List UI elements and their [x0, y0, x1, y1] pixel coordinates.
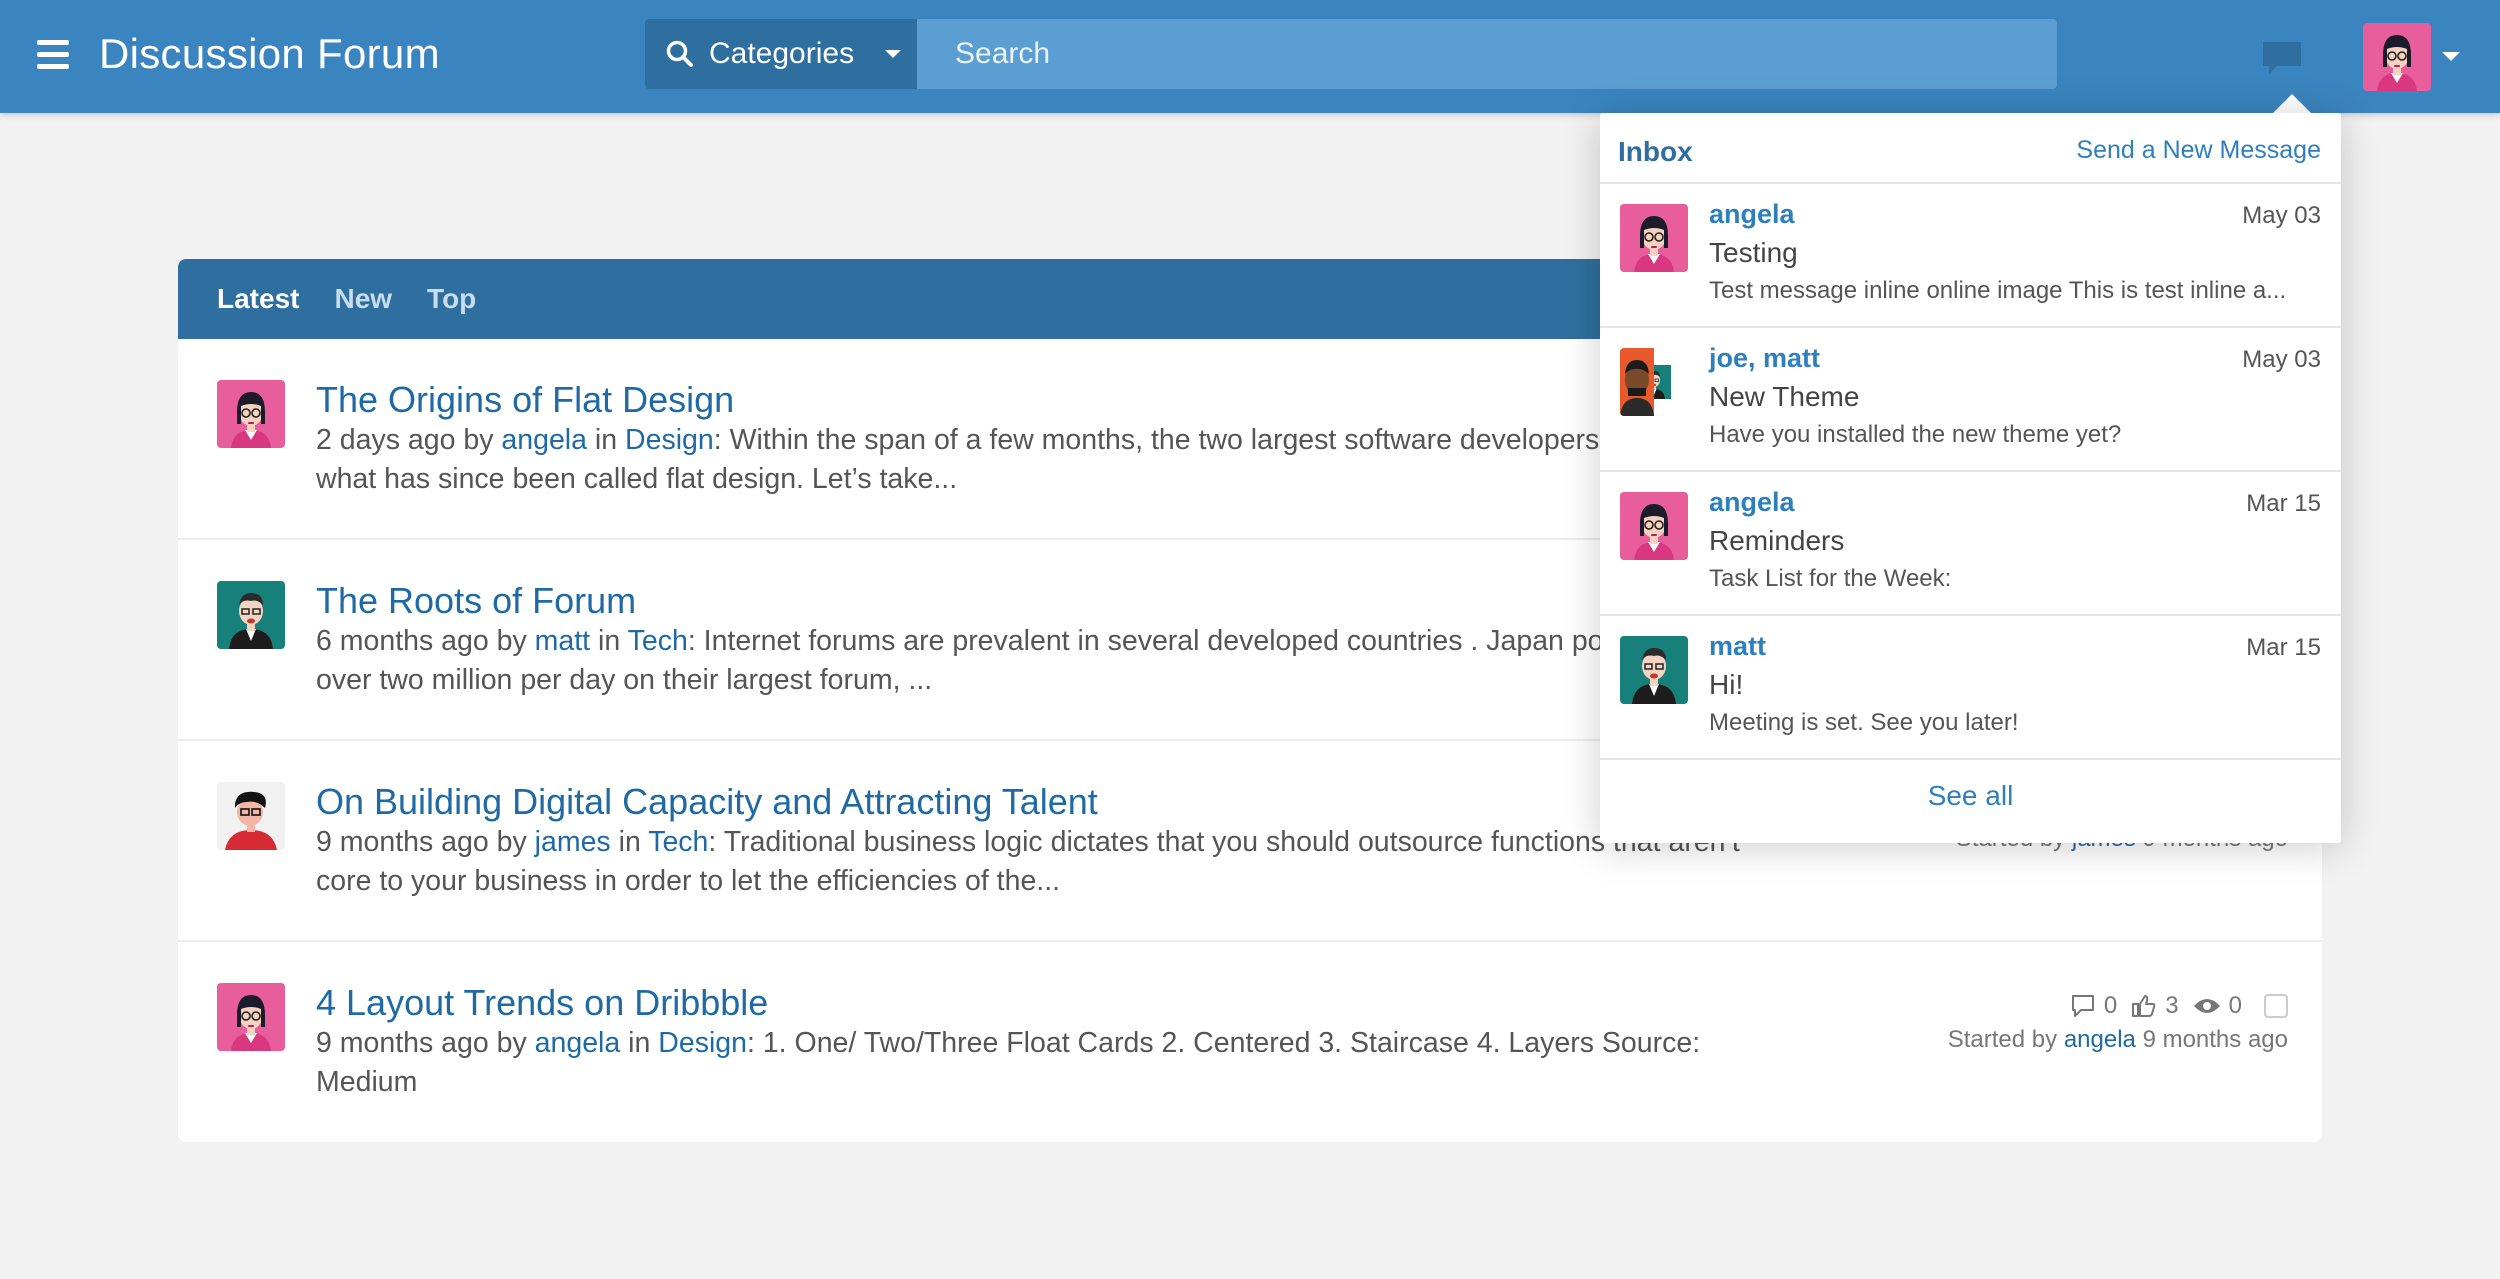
thumbs-up-icon	[2132, 995, 2156, 1017]
message-subject: Testing	[1709, 237, 1798, 268]
message-date: Mar 15	[2246, 634, 2321, 661]
avatar	[1620, 204, 1688, 272]
inbox-dropdown: Inbox Send a New Message angela May 03 T…	[1600, 113, 2341, 843]
search-icon	[666, 40, 693, 67]
user-avatar[interactable]	[2363, 23, 2431, 91]
hamburger-menu-icon[interactable]	[37, 40, 69, 70]
topic-age: 9 months ago	[316, 1027, 489, 1059]
message-subject: New Theme	[1709, 381, 1860, 412]
top-navbar: Discussion Forum Categories	[0, 0, 2500, 113]
topic-age: 2 days ago	[316, 424, 456, 456]
by-text: by	[496, 826, 527, 858]
topic-title[interactable]: On Building Digital Capacity and Attract…	[316, 781, 1098, 823]
inbox-title: Inbox	[1618, 136, 1693, 167]
reply-count-value: 0	[2103, 992, 2118, 1019]
message-sender: angela	[1709, 487, 1795, 517]
dropdown-pointer	[2272, 94, 2312, 114]
category-link[interactable]: Tech	[628, 625, 688, 657]
message-sender: angela	[1709, 199, 1795, 229]
message-sender: joe, matt	[1709, 343, 1821, 373]
categories-label: Categories	[709, 37, 855, 70]
view-count-value: 0	[2228, 992, 2242, 1019]
inbox-header: Inbox Send a New Message	[1600, 113, 2341, 184]
group-avatar	[1620, 348, 1688, 416]
category-link[interactable]: Design	[658, 1027, 747, 1059]
started-by: Started by angela 9 months ago	[1948, 1026, 2288, 1054]
like-count-value: 3	[2165, 992, 2179, 1019]
by-text: by	[496, 625, 527, 657]
in-text: in	[618, 826, 641, 858]
message-date: May 03	[2242, 346, 2321, 373]
reply-count: 0	[2070, 992, 2117, 1020]
app-title: Discussion Forum	[99, 30, 440, 77]
message-subject: Reminders	[1709, 525, 1845, 556]
inbox-message[interactable]: angela Mar 15 Reminders Task List for th…	[1600, 472, 2341, 616]
tab-latest[interactable]: Latest	[217, 283, 299, 315]
in-text: in	[598, 625, 621, 657]
user-menu-chevron-icon[interactable]	[2442, 52, 2460, 61]
in-text: in	[594, 424, 618, 456]
started-author-link[interactable]: angela	[2064, 1026, 2136, 1053]
inbox-message[interactable]: angela May 03 Testing Test message inlin…	[1600, 184, 2341, 328]
like-count: 3	[2131, 992, 2179, 1020]
inbox-message[interactable]: matt Mar 15 Hi! Meeting is set. See you …	[1600, 616, 2341, 760]
message-preview: Test message inline online image This is…	[1709, 277, 2287, 304]
send-new-message-link[interactable]: Send a New Message	[2076, 136, 2321, 165]
message-date: Mar 15	[2246, 490, 2321, 517]
eye-icon	[2193, 999, 2220, 1013]
author-link[interactable]: matt	[535, 625, 590, 657]
in-text: in	[628, 1027, 651, 1059]
select-checkbox[interactable]	[2264, 994, 2288, 1018]
avatar	[1620, 492, 1688, 560]
messages-icon[interactable]	[2261, 40, 2303, 76]
author-link[interactable]: angela	[501, 424, 587, 456]
topic-excerpt: 9 months ago by james in Tech: Tradition…	[316, 823, 1746, 901]
message-preview: Have you installed the new theme yet?	[1709, 421, 2122, 448]
search-input[interactable]	[917, 19, 2057, 89]
topic-row: 4 Layout Trends on Dribbble 9 months ago…	[178, 942, 2322, 1142]
view-count: 0	[2193, 992, 2242, 1020]
by-text: by	[463, 424, 494, 456]
avatar[interactable]	[217, 983, 285, 1051]
categories-dropdown[interactable]: Categories	[645, 19, 917, 89]
topic-title[interactable]: 4 Layout Trends on Dribbble	[316, 982, 768, 1024]
avatar[interactable]	[217, 581, 285, 649]
avatar	[1620, 636, 1688, 704]
author-link[interactable]: angela	[535, 1027, 621, 1059]
topic-title[interactable]: The Origins of Flat Design	[316, 379, 734, 421]
author-link[interactable]: james	[535, 826, 611, 858]
started-age: 9 months ago	[2142, 1026, 2288, 1053]
topic-excerpt: 2 days ago by angela in Design: Within t…	[316, 421, 1746, 499]
message-date: May 03	[2242, 202, 2321, 229]
inbox-message[interactable]: joe, matt May 03 New Theme Have you inst…	[1600, 328, 2341, 472]
message-subject: Hi!	[1709, 669, 1744, 700]
started-prefix: Started by	[1947, 1026, 2058, 1053]
comment-icon	[2071, 995, 2094, 1017]
avatar[interactable]	[217, 380, 285, 448]
avatar[interactable]	[217, 782, 285, 850]
category-link[interactable]: Design	[625, 424, 714, 456]
excerpt-text: : Traditional business logic dictates th…	[316, 826, 1740, 897]
tab-new[interactable]: New	[334, 283, 392, 315]
topic-title[interactable]: The Roots of Forum	[316, 580, 636, 622]
topic-excerpt: 9 months ago by angela in Design: 1. One…	[316, 1024, 1746, 1102]
category-link[interactable]: Tech	[648, 826, 708, 858]
chevron-down-icon	[885, 50, 901, 58]
topic-excerpt: 6 months ago by matt in Tech: Internet f…	[316, 622, 1746, 700]
topic-age: 9 months ago	[316, 826, 489, 858]
by-text: by	[496, 1027, 527, 1059]
inbox-footer: See all	[1600, 760, 2341, 831]
message-sender: matt	[1709, 631, 1767, 661]
topic-stats: 0 3 0	[2056, 992, 2288, 1020]
see-all-link[interactable]: See all	[1928, 780, 2014, 812]
message-preview: Meeting is set. See you later!	[1709, 709, 2019, 736]
message-preview: Task List for the Week:	[1709, 565, 1952, 592]
topic-age: 6 months ago	[316, 625, 489, 657]
tab-top[interactable]: Top	[427, 283, 476, 315]
